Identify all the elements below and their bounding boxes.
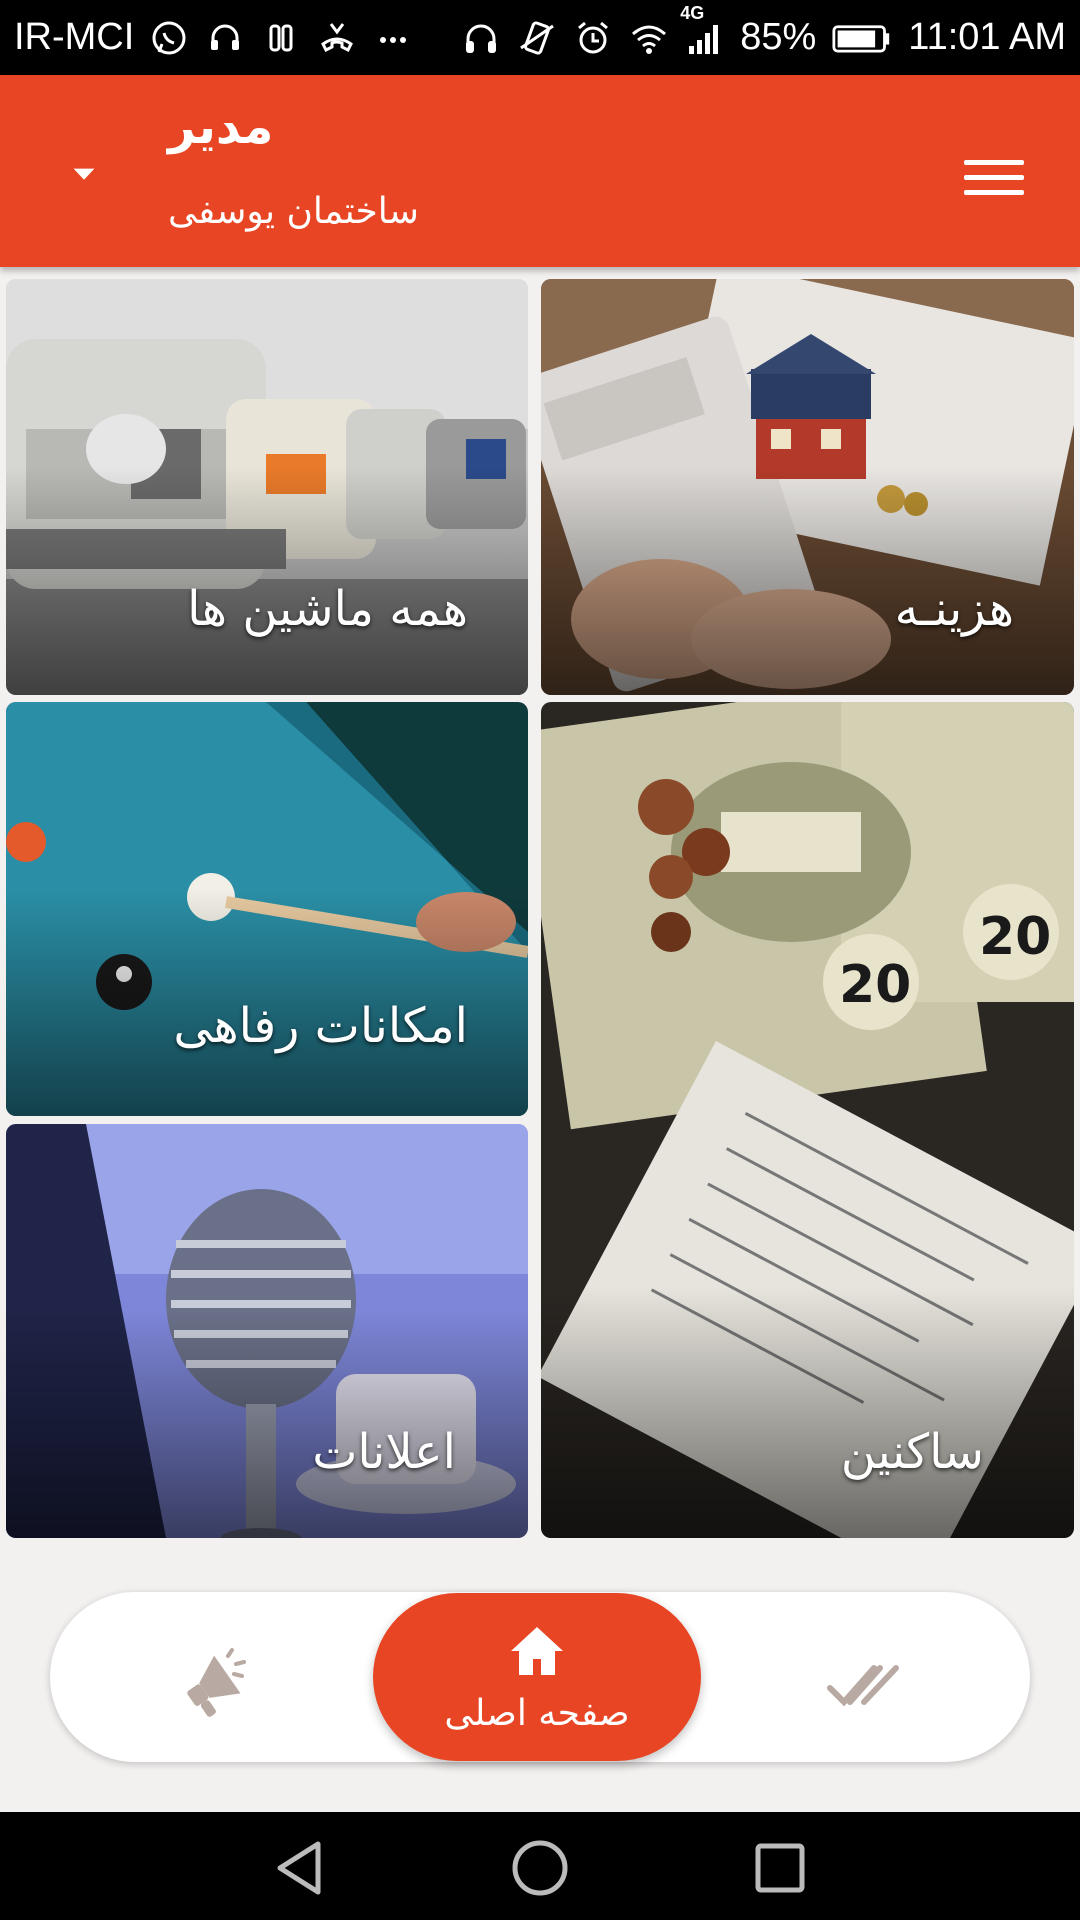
missed-call-icon [316,17,358,59]
tile-label: هزینـه [894,581,1014,637]
wifi-icon [628,17,670,59]
tile-amenities[interactable]: امکانات رفاهی [6,702,528,1116]
back-icon[interactable] [270,1838,330,1898]
home-circle-icon[interactable] [510,1838,570,1898]
signal-indicator: 4G [680,3,726,59]
battery-icon [830,17,894,59]
vibrate-icon [516,17,558,59]
svg-text:20: 20 [839,955,911,1015]
caret-down-icon[interactable] [62,153,106,197]
tile-label: اعلانات [312,1424,456,1480]
tile-label: ساکنین [840,1424,984,1480]
home-tab[interactable]: صفحه اصلی [373,1593,701,1761]
double-check-icon[interactable] [826,1652,902,1716]
recents-icon[interactable] [750,1838,810,1898]
headphones-icon [460,17,502,59]
network-type: 4G [680,2,705,23]
tile-label: همه ماشین ها [187,581,468,637]
tile-residents[interactable]: 20 20 ساکنین [541,702,1074,1538]
home-icon [511,1627,563,1675]
tile-all-cars[interactable]: همه ماشین ها [6,279,528,695]
system-navigation-bar [0,1812,1080,1920]
app-toolbar: مدیر ساختمان یوسفی [0,75,1080,267]
carrier-name: IR-MCI [14,16,135,58]
whatsapp-icon [148,17,190,59]
more-icon [372,17,414,59]
headset-icon [204,17,246,59]
status-bar: IR-MCI 4G 85% 11:01 AM [0,0,1080,75]
page-title: مدیر [168,99,274,155]
tile-expenses[interactable]: هزینـه [541,279,1074,695]
tile-label: امکانات رفاهی [173,998,468,1054]
clock: 11:01 AM [908,16,1066,58]
home-label: صفحه اصلی [444,1693,630,1734]
sim-icon [260,17,302,59]
megaphone-icon[interactable] [176,1648,248,1720]
svg-text:20: 20 [979,907,1051,967]
building-name[interactable]: ساختمان یوسفی [168,191,419,232]
battery-percent: 85% [740,16,817,58]
alarm-icon [572,17,614,59]
hamburger-menu-icon[interactable] [964,149,1024,205]
tile-announcements[interactable]: اعلانات [6,1124,528,1538]
